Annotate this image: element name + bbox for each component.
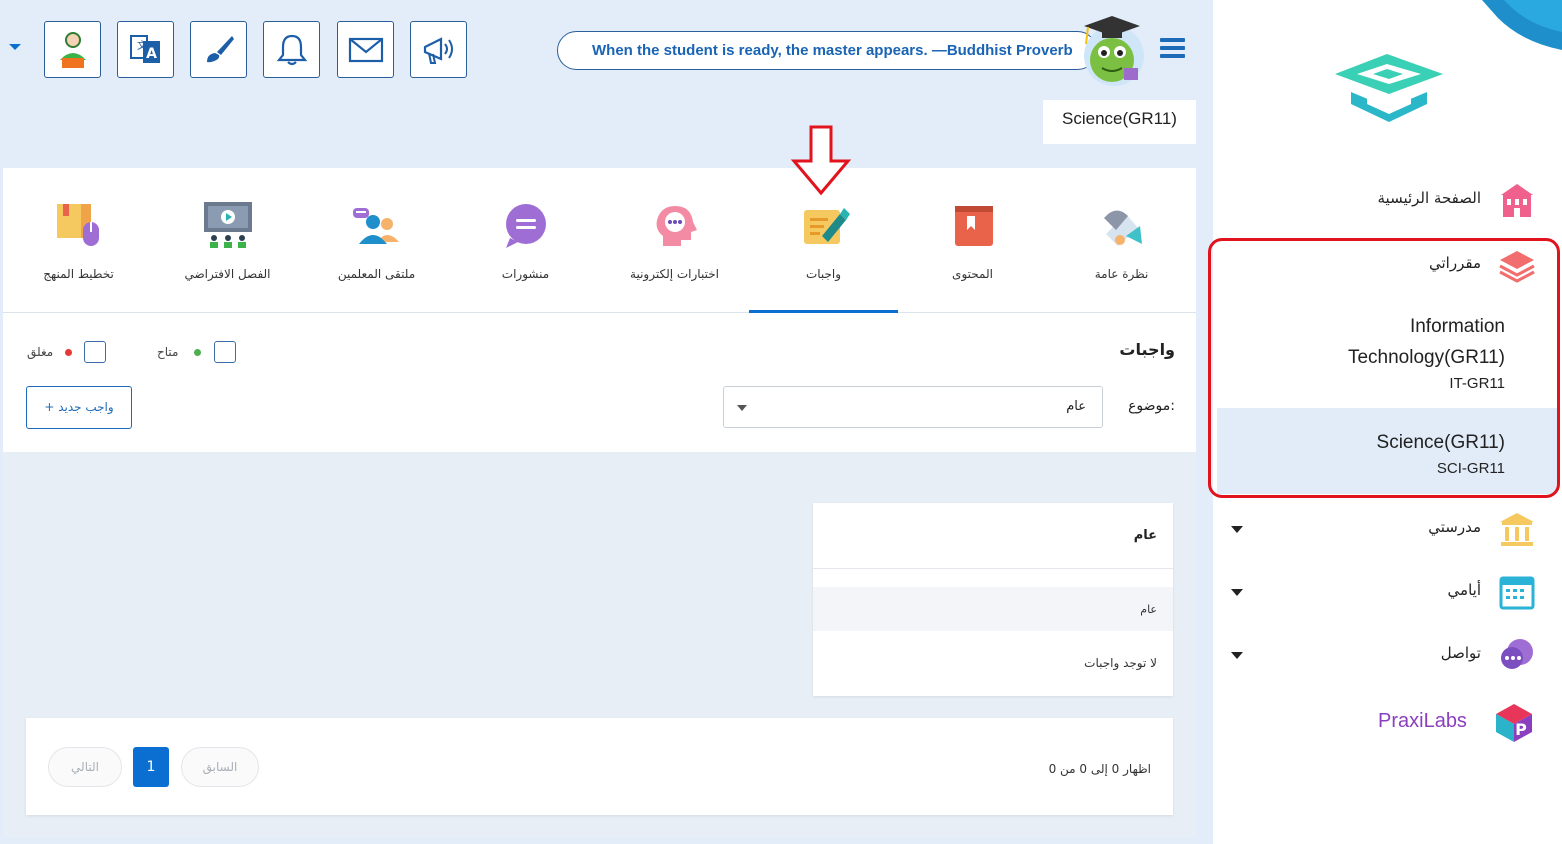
calendar-icon: [1499, 576, 1535, 610]
tab-quizzes[interactable]: اختبارات إلكترونية: [600, 168, 749, 313]
book-icon: [954, 206, 993, 246]
quiz-icon: [656, 206, 697, 246]
subject-select[interactable]: عام: [723, 386, 1103, 428]
closed-dot: [65, 349, 72, 356]
new-homework-button[interactable]: + واجب جديد: [26, 386, 132, 429]
svg-text:A: A: [146, 46, 157, 62]
virtual-class-icon: [203, 202, 252, 248]
user-icon: [59, 31, 86, 68]
menu-toggle-button[interactable]: [1160, 38, 1185, 58]
sidebar-item-home[interactable]: الصفحة الرئيسية: [1213, 181, 1562, 221]
tab-overview[interactable]: نظرة عامة: [1047, 168, 1196, 313]
subject-label: موضوع:: [1128, 398, 1175, 414]
pointer-arrow-icon: [790, 125, 852, 196]
messages-button[interactable]: [337, 21, 394, 78]
page-number-button[interactable]: 1: [133, 747, 169, 787]
main-area: A 文 When the student is ready, the maste…: [0, 0, 1213, 844]
pagination-info: اظهار 0 إلى 0 من 0: [1048, 762, 1151, 776]
my-courses-highlight: [1208, 238, 1560, 498]
closed-label: مغلق: [27, 345, 54, 359]
praxilabs-label: PraxiLabs: [1378, 710, 1467, 732]
theme-button[interactable]: [190, 21, 247, 78]
corner-flag-icon: [1482, 0, 1562, 50]
mail-icon: [348, 37, 383, 62]
available-dot: [194, 349, 201, 356]
tab-virtual-class[interactable]: الفصل الافتراضي: [153, 168, 302, 313]
brush-icon: [206, 35, 234, 62]
pagination: اظهار 0 إلى 0 من 0 السابق 1 التالي: [26, 718, 1173, 815]
bell-icon: [276, 34, 307, 65]
school-building-icon: [1501, 184, 1533, 217]
svg-text:文: 文: [137, 39, 147, 52]
chevron-down-icon[interactable]: [1231, 652, 1243, 659]
notifications-button[interactable]: [263, 21, 320, 78]
card-header: عام: [813, 503, 1173, 569]
institution-icon: [1500, 513, 1534, 546]
available-label: متاح: [157, 345, 179, 359]
sidebar-item-communicate[interactable]: تواصل: [1213, 636, 1562, 676]
current-course-label: Science(GR11): [1043, 100, 1196, 144]
curriculum-icon: [56, 204, 99, 246]
sidebar-item-my-school[interactable]: مدرستي: [1213, 510, 1562, 550]
translate-button[interactable]: A 文: [117, 21, 174, 78]
profile-button[interactable]: [44, 21, 101, 78]
tab-curriculum-planning[interactable]: تخطيط المنهج: [4, 168, 153, 313]
closed-filter-checkbox[interactable]: [84, 341, 106, 363]
teachers-icon: [352, 208, 399, 244]
quote-banner: When the student is ready, the master ap…: [557, 31, 1097, 70]
tab-content[interactable]: المحتوى: [898, 168, 1047, 313]
translate-icon: A 文: [129, 34, 160, 63]
overview-icon: [1103, 210, 1142, 246]
tab-teachers-forum[interactable]: ملتقى المعلمين: [302, 168, 451, 313]
sidebar-item-my-days[interactable]: أيامي: [1213, 573, 1562, 613]
course-tabs: نظرة عامة المحتوى واجبات اختبارات إلكترو…: [3, 168, 1196, 313]
chevron-down-icon: [737, 405, 747, 411]
chevron-down-icon[interactable]: [1231, 589, 1243, 596]
announcements-button[interactable]: [410, 21, 467, 78]
chat-bubbles-icon: [1501, 639, 1533, 669]
empty-message: لا توجد واجبات: [1084, 656, 1157, 670]
brand-logo-icon: [1335, 54, 1443, 122]
tab-posts[interactable]: منشورات: [451, 168, 600, 313]
praxilabs-link[interactable]: PraxiLabs P: [1378, 702, 1538, 746]
svg-text:P: P: [1515, 720, 1527, 739]
chevron-down-icon[interactable]: [1231, 526, 1243, 533]
megaphone-icon: [423, 36, 453, 64]
dropdown-arrow-icon[interactable]: [9, 44, 21, 50]
next-page-button[interactable]: التالي: [48, 747, 122, 787]
section-title: واجبات: [1119, 340, 1175, 359]
mascot-icon: [1084, 16, 1144, 86]
previous-page-button[interactable]: السابق: [181, 747, 259, 787]
available-filter-checkbox[interactable]: [214, 341, 236, 363]
homework-icon: [803, 208, 850, 244]
homework-card: عام عام لا توجد واجبات: [813, 503, 1173, 696]
card-row[interactable]: عام: [813, 587, 1173, 631]
praxilabs-cube-icon: P: [1496, 704, 1532, 742]
posts-icon: [505, 204, 546, 248]
